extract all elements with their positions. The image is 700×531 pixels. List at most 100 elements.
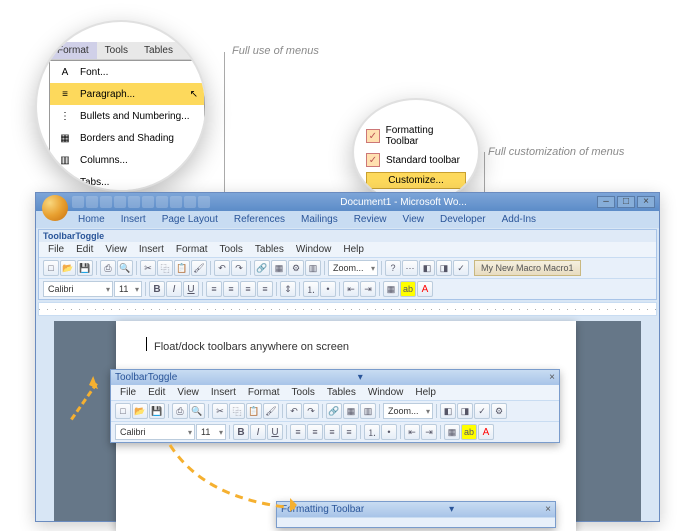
align-left-icon[interactable]: ≡: [290, 424, 306, 440]
borders-icon[interactable]: ▦: [444, 424, 460, 440]
floating-formatting-toolbar[interactable]: Formatting Toolbar▾×: [276, 501, 556, 528]
ribbon-tab-insert[interactable]: Insert: [119, 213, 148, 226]
zoom-select[interactable]: Zoom...: [328, 260, 378, 276]
toolbar-button[interactable]: ◧: [440, 403, 456, 419]
justify-icon[interactable]: ≡: [341, 424, 357, 440]
qat-button[interactable]: [72, 196, 84, 208]
menu-item-borders[interactable]: ▦Borders and Shading: [50, 127, 204, 149]
qat-button[interactable]: [184, 196, 196, 208]
link-icon[interactable]: 🔗: [326, 403, 342, 419]
cut-icon[interactable]: ✂: [140, 260, 156, 276]
undo-icon[interactable]: ↶: [286, 403, 302, 419]
tools-icon[interactable]: ⚙: [288, 260, 304, 276]
menu-tab-tools[interactable]: Tools: [97, 42, 136, 59]
indent-icon[interactable]: ⇥: [360, 281, 376, 297]
align-left-icon[interactable]: ≡: [206, 281, 222, 297]
print-icon[interactable]: ⎙: [172, 403, 188, 419]
qat-button[interactable]: [142, 196, 154, 208]
menu-tables[interactable]: Tables: [250, 243, 289, 256]
menu-insert[interactable]: Insert: [134, 243, 169, 256]
font-select[interactable]: Calibri: [43, 281, 113, 297]
floating-toolbar-title[interactable]: Formatting Toolbar▾×: [277, 502, 555, 517]
qat-button[interactable]: [114, 196, 126, 208]
numbering-icon[interactable]: ⒈: [303, 281, 319, 297]
ribbon-tab-addins[interactable]: Add-Ins: [500, 213, 538, 226]
new-icon[interactable]: □: [43, 260, 59, 276]
paste-icon[interactable]: 📋: [246, 403, 262, 419]
qat-button[interactable]: [86, 196, 98, 208]
justify-icon[interactable]: ≡: [257, 281, 273, 297]
fontsize-select[interactable]: 11: [196, 424, 226, 440]
save-icon[interactable]: 💾: [149, 403, 165, 419]
table-icon[interactable]: ▦: [271, 260, 287, 276]
borders-icon[interactable]: ▦: [383, 281, 399, 297]
align-right-icon[interactable]: ≡: [240, 281, 256, 297]
preview-icon[interactable]: 🔍: [117, 260, 133, 276]
close-icon[interactable]: ×: [545, 504, 551, 515]
ribbon-tab-view[interactable]: View: [401, 213, 427, 226]
format-painter-icon[interactable]: 🖌: [263, 403, 279, 419]
print-icon[interactable]: ⎙: [100, 260, 116, 276]
menu-item-bullets[interactable]: ⋮Bullets and Numbering...: [50, 105, 204, 127]
menu-item-font[interactable]: AFont...: [50, 61, 204, 83]
macro-button[interactable]: My New Macro Macro1: [474, 260, 581, 276]
fontsize-select[interactable]: 11: [114, 281, 142, 297]
align-center-icon[interactable]: ≡: [307, 424, 323, 440]
numbering-icon[interactable]: ⒈: [364, 424, 380, 440]
preview-icon[interactable]: 🔍: [189, 403, 205, 419]
menu-item-tabs[interactable]: Tabs...: [50, 171, 204, 192]
menu-tools[interactable]: Tools: [287, 386, 320, 399]
dropdown-icon[interactable]: ▾: [449, 504, 454, 515]
fontcolor-icon[interactable]: A: [417, 281, 433, 297]
close-icon[interactable]: ×: [549, 372, 555, 383]
toolbar-button[interactable]: ⚙: [491, 403, 507, 419]
toggle-formatting-toolbar[interactable]: ✓Formatting Toolbar: [360, 122, 472, 150]
qat-button[interactable]: [198, 196, 210, 208]
ribbon-tab-home[interactable]: Home: [76, 213, 107, 226]
linespacing-icon[interactable]: ⇕: [280, 281, 296, 297]
ribbon-tab-review[interactable]: Review: [352, 213, 389, 226]
qat-button[interactable]: [128, 196, 140, 208]
align-center-icon[interactable]: ≡: [223, 281, 239, 297]
underline-icon[interactable]: U: [183, 281, 199, 297]
save-icon[interactable]: 💾: [77, 260, 93, 276]
more-icon[interactable]: ⋯: [402, 260, 418, 276]
menu-file[interactable]: File: [115, 386, 141, 399]
cut-icon[interactable]: ✂: [212, 403, 228, 419]
customize-button[interactable]: Customize...: [366, 172, 466, 189]
bold-icon[interactable]: B: [233, 424, 249, 440]
outdent-icon[interactable]: ⇤: [404, 424, 420, 440]
table-icon[interactable]: ▦: [343, 403, 359, 419]
menu-view[interactable]: View: [100, 243, 132, 256]
link-icon[interactable]: 🔗: [254, 260, 270, 276]
italic-icon[interactable]: I: [250, 424, 266, 440]
align-right-icon[interactable]: ≡: [324, 424, 340, 440]
zoom-select[interactable]: Zoom...: [383, 403, 433, 419]
menu-tools[interactable]: Tools: [215, 243, 248, 256]
floating-toolbar-title[interactable]: ToolbarToggle▾×: [111, 370, 559, 385]
undo-icon[interactable]: ↶: [214, 260, 230, 276]
highlight-icon[interactable]: ab: [400, 281, 416, 297]
minimize-button[interactable]: –: [597, 196, 615, 208]
redo-icon[interactable]: ↷: [303, 403, 319, 419]
menu-tables[interactable]: Tables: [322, 386, 361, 399]
qat-button[interactable]: [100, 196, 112, 208]
help-icon[interactable]: ?: [385, 260, 401, 276]
underline-icon[interactable]: U: [267, 424, 283, 440]
office-button[interactable]: [42, 195, 68, 221]
menu-window[interactable]: Window: [363, 386, 409, 399]
menu-edit[interactable]: Edit: [71, 243, 98, 256]
menu-tab-more[interactable]: V: [181, 42, 204, 59]
bold-icon[interactable]: B: [149, 281, 165, 297]
menu-format[interactable]: Format: [243, 386, 285, 399]
menu-tab-tables[interactable]: Tables: [136, 42, 181, 59]
ribbon-tab-pagelayout[interactable]: Page Layout: [160, 213, 220, 226]
maximize-button[interactable]: □: [617, 196, 635, 208]
toolbar-button[interactable]: ◨: [457, 403, 473, 419]
toolbar-button[interactable]: ◧: [419, 260, 435, 276]
qat-button[interactable]: [170, 196, 182, 208]
ribbon-tab-developer[interactable]: Developer: [438, 213, 488, 226]
menu-format[interactable]: Format: [171, 243, 213, 256]
open-icon[interactable]: 📂: [132, 403, 148, 419]
bullets-icon[interactable]: •: [381, 424, 397, 440]
